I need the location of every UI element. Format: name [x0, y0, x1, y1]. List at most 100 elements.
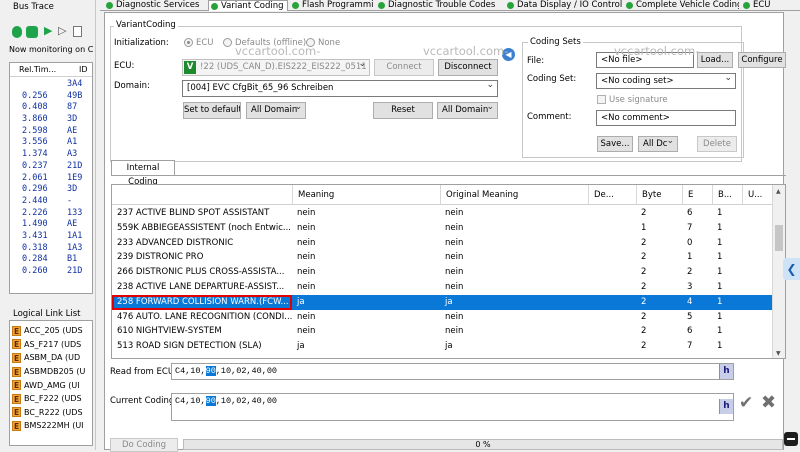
- save-button[interactable]: Save...: [597, 136, 633, 152]
- current-hex-mode-button[interactable]: h: [719, 399, 733, 414]
- monitoring-label: Now monitoring on C: [9, 45, 94, 54]
- table-row[interactable]: 238 ACTIVE LANE DEPARTURE-ASSIST... nein n…: [112, 280, 774, 295]
- clear-icon[interactable]: [73, 26, 82, 37]
- all-dc-select[interactable]: All Dc: [638, 136, 678, 152]
- coding-set-select[interactable]: <No coding set>: [596, 73, 736, 89]
- use-signature-checkbox[interactable]: [597, 95, 606, 104]
- cell-e: 6: [687, 326, 693, 337]
- bus-trace-row[interactable]: 3A4: [10, 79, 92, 91]
- bus-trace-row[interactable]: 3.556 A1: [10, 137, 92, 149]
- logical-link-item[interactable]: E BC_F222 (UDS: [10, 392, 92, 406]
- table-row[interactable]: 237 ACTIVE BLIND SPOT ASSISTANT nein nein 2…: [112, 206, 774, 221]
- comment-field[interactable]: <No comment>: [596, 110, 736, 126]
- bus-trace-id: 21D: [67, 266, 83, 276]
- read-hex-mode-button[interactable]: h: [719, 364, 733, 379]
- domain-select[interactable]: [004] EVC CfgBit_65_96 Schreiben: [182, 80, 498, 97]
- current-coding-hex[interactable]: C4,10,90,10,02,40,00: [171, 393, 734, 421]
- logical-link-item[interactable]: E ASBM_DA (UD: [10, 351, 92, 365]
- col-b[interactable]: B...: [712, 185, 742, 205]
- ecu-select[interactable]: !22 (UDS_CAN_D).EIS222_EIS222_0511: [182, 59, 370, 76]
- pause-icon[interactable]: [26, 26, 38, 38]
- bus-trace-row[interactable]: 1.490 AE: [10, 219, 92, 231]
- bus-trace-row[interactable]: 2.440 -: [10, 196, 92, 208]
- grid-scrollbar-thumb[interactable]: [775, 225, 783, 251]
- col-byte[interactable]: Byte: [636, 185, 682, 205]
- tab-diagnostic-services[interactable]: Diagnostic Services: [104, 0, 200, 11]
- accept-check-icon[interactable]: ✔: [739, 393, 753, 413]
- bus-trace-row[interactable]: 1.374 A3: [10, 149, 92, 161]
- table-row[interactable]: 239 DISTRONIC PRO nein nein 2 1 1: [112, 250, 774, 265]
- logical-link-item[interactable]: E ASBMDB205 (U: [10, 365, 92, 379]
- connect-button[interactable]: Connect: [374, 59, 434, 76]
- minimize-panel-icon[interactable]: [784, 432, 798, 446]
- cell-name: 233 ADVANCED DISTRONIC: [117, 237, 234, 248]
- table-row[interactable]: 513 ROAD SIGN DETECTION (SLA) ja ja 2 7 1: [112, 339, 774, 354]
- discard-x-icon[interactable]: ✖: [761, 392, 776, 413]
- configure-button[interactable]: Configure: [738, 52, 786, 68]
- table-row[interactable]: 559K ABBIEGEASSISTENT (noch Entwic... nei…: [112, 221, 774, 236]
- bus-trace-row[interactable]: 0.284 B1: [10, 254, 92, 266]
- delete-button[interactable]: Delete: [697, 136, 737, 152]
- logical-link-item[interactable]: E ACC_205 (UDS: [10, 324, 92, 338]
- table-row[interactable]: 610 NIGHTVIEW-SYSTEM nein nein 2 6 1: [112, 324, 774, 339]
- tab-variant-coding[interactable]: Variant Coding: [208, 0, 288, 11]
- expand-panel-icon[interactable]: ❮: [783, 258, 800, 280]
- disconnect-button[interactable]: Disconnect: [438, 59, 498, 76]
- bus-trace-row[interactable]: 0.256 49B: [10, 91, 92, 103]
- radio-ecu[interactable]: [184, 38, 193, 47]
- bus-trace-list[interactable]: Rel.Tim... ID 3A4 0.256 49B 0.408 87 3.860 3D 2…: [9, 62, 93, 294]
- bus-trace-row[interactable]: 0.260 21D: [10, 266, 92, 278]
- table-row[interactable]: 233 ADVANCED DISTRONIC nein nein 2 0 1: [112, 236, 774, 251]
- col-e[interactable]: E: [682, 185, 712, 205]
- tab-complete-vehicle-coding[interactable]: Complete Vehicle Coding: [624, 0, 739, 11]
- bus-trace-row[interactable]: 3.860 3D: [10, 114, 92, 126]
- logical-link-label: AWD_AMG (UI: [24, 380, 80, 390]
- bus-trace-row[interactable]: 2.061 1E9: [10, 173, 92, 185]
- col-default[interactable]: De...: [588, 185, 636, 205]
- bus-trace-row[interactable]: 0.296 3D: [10, 184, 92, 196]
- bus-trace-row[interactable]: 2.598 AE: [10, 126, 92, 138]
- play-icon[interactable]: ▶: [44, 24, 52, 37]
- logical-link-list[interactable]: E ACC_205 (UDS E AS_F217 (UDS E ASBM_DA (UD E A…: [9, 320, 93, 446]
- table-row[interactable]: 476 AUTO. LANE RECOGNITION (CONDI... nein…: [112, 310, 774, 325]
- bus-trace-header: Rel.Tim... ID: [10, 63, 92, 77]
- logical-link-item[interactable]: E BMS222MH (UI: [10, 419, 92, 433]
- logical-link-item[interactable]: E AWD_AMG (UI: [10, 378, 92, 392]
- bus-trace-row[interactable]: 0.408 87: [10, 102, 92, 114]
- read-from-ecu-label: Read from ECU:: [110, 367, 177, 377]
- radio-defaults[interactable]: [223, 38, 232, 47]
- all-domains-select-2[interactable]: All Domain: [437, 102, 498, 119]
- cell-name: 266 DISTRONIC PLUS CROSS-ASSISTA...: [117, 267, 285, 278]
- load-button[interactable]: Load...: [697, 52, 733, 68]
- step-icon[interactable]: ▷: [58, 24, 66, 37]
- bus-trace-row[interactable]: 3.431 1A1: [10, 231, 92, 243]
- table-row[interactable]: 258 FORWARD COLLISION WARN.(FCW... ja ja 2 4…: [112, 294, 774, 310]
- all-domains-select-1[interactable]: All Domain: [246, 102, 306, 119]
- cell-meaning: nein: [297, 252, 316, 263]
- coding-grid[interactable]: Meaning Original Meaning De... Byte E B.…: [111, 184, 786, 359]
- logical-link-item[interactable]: E BC_R222 (UDS: [10, 406, 92, 420]
- col-name[interactable]: [112, 185, 292, 205]
- ecu-e-icon: E: [12, 393, 21, 404]
- bus-trace-row[interactable]: 0.237 21D: [10, 161, 92, 173]
- record-icon[interactable]: [12, 26, 22, 38]
- bus-trace-time: 0.260: [22, 266, 48, 276]
- set-to-default-button[interactable]: Set to default: [183, 102, 241, 119]
- tab-flash-programming[interactable]: Flash Programming: [290, 0, 374, 11]
- domain-label: Domain:: [114, 81, 150, 91]
- tab-ecu[interactable]: ECU: [741, 0, 800, 11]
- bus-trace-time: 1.490: [22, 219, 48, 230]
- table-row[interactable]: 266 DISTRONIC PLUS CROSS-ASSISTA... nein n…: [112, 265, 774, 280]
- read-from-ecu-hex[interactable]: C4,10,90,10,02,40,00: [171, 363, 734, 380]
- col-original-meaning[interactable]: Original Meaning: [440, 185, 588, 205]
- logical-link-item[interactable]: E AS_F217 (UDS: [10, 338, 92, 352]
- reset-button[interactable]: Reset: [373, 102, 433, 119]
- bus-trace-row[interactable]: 2.226 133: [10, 208, 92, 220]
- bus-trace-row[interactable]: 0.318 1A3: [10, 243, 92, 255]
- col-meaning[interactable]: Meaning: [292, 185, 440, 205]
- col-u[interactable]: U...: [742, 185, 774, 205]
- tab-data-display-io-control[interactable]: Data Display / IO Control: [505, 0, 622, 11]
- cell-byte: 2: [641, 237, 647, 248]
- tab-diagnostic-trouble-codes[interactable]: Diagnostic Trouble Codes: [376, 0, 503, 11]
- tab-internal-coding[interactable]: Internal Coding: [111, 160, 175, 187]
